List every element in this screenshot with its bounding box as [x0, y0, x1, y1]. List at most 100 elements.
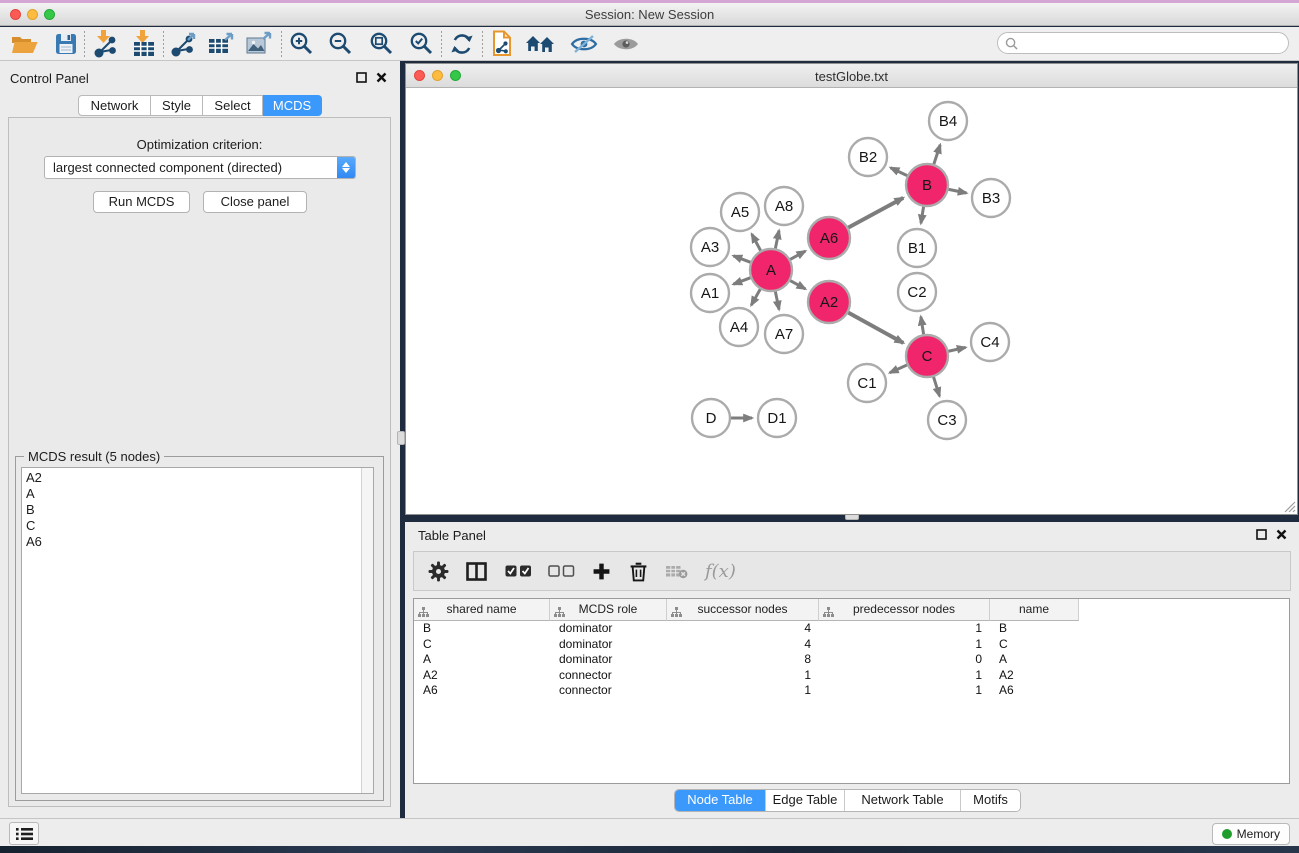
- node-A5[interactable]: A5: [721, 193, 759, 231]
- run-mcds-button[interactable]: Run MCDS: [93, 191, 190, 213]
- close-window-button[interactable]: [10, 9, 21, 20]
- open-session-icon[interactable]: [11, 30, 38, 58]
- table-row[interactable]: A6connector11A6: [414, 683, 1289, 699]
- refresh-layout-icon[interactable]: [449, 30, 475, 58]
- node-C4[interactable]: C4: [971, 323, 1009, 361]
- tab-motifs[interactable]: Motifs: [960, 790, 1020, 811]
- save-session-icon[interactable]: [55, 30, 77, 58]
- import-table-icon[interactable]: [132, 30, 156, 58]
- column-header-successor-nodes[interactable]: successor nodes: [667, 599, 819, 621]
- column-header-MCDS-role[interactable]: MCDS role: [550, 599, 667, 621]
- mcds-result-item[interactable]: A2: [26, 470, 373, 486]
- tab-network[interactable]: Network: [78, 95, 151, 116]
- export-network-icon[interactable]: [171, 30, 199, 58]
- node-A4[interactable]: A4: [720, 308, 758, 346]
- close-panel-button[interactable]: Close panel: [203, 191, 307, 213]
- home-networks-icon[interactable]: [525, 30, 555, 58]
- node-A3[interactable]: A3: [691, 228, 729, 266]
- memory-button[interactable]: Memory: [1212, 823, 1290, 845]
- delete-table-icon[interactable]: [665, 564, 688, 579]
- show-hidden-eye-icon[interactable]: [612, 30, 640, 58]
- float-panel-icon[interactable]: [1256, 529, 1267, 540]
- mcds-result-item[interactable]: B: [26, 502, 373, 518]
- float-panel-icon[interactable]: [356, 72, 367, 83]
- network-graph-canvas[interactable]: A A1 A2 A3 A4 A5 A6 A7 A8 B B1 B2 B3 B4 C C1 C2 C3 C4 D D1: [406, 88, 1297, 514]
- minimize-network-button[interactable]: [432, 70, 443, 81]
- node-table[interactable]: shared nameMCDS rolesuccessor nodesprede…: [413, 598, 1290, 784]
- mcds-result-item[interactable]: A6: [26, 534, 373, 550]
- edge-C-C1[interactable]: [890, 364, 910, 373]
- node-C[interactable]: C: [906, 335, 948, 377]
- edge-A-A4[interactable]: [751, 287, 761, 306]
- node-A[interactable]: A: [750, 249, 792, 291]
- zoom-selected-icon[interactable]: [409, 30, 434, 58]
- tab-mcds[interactable]: MCDS: [263, 95, 322, 116]
- node-A6[interactable]: A6: [808, 217, 850, 259]
- node-A2[interactable]: A2: [808, 281, 850, 323]
- delete-column-trash-icon[interactable]: [629, 561, 648, 582]
- edge-A2-C[interactable]: [846, 311, 904, 343]
- edge-A-A5[interactable]: [752, 234, 762, 253]
- table-row[interactable]: Cdominator41C: [414, 637, 1289, 653]
- node-D[interactable]: D: [692, 399, 730, 437]
- node-A7[interactable]: A7: [765, 315, 803, 353]
- hide-selected-eye-icon[interactable]: [570, 30, 598, 58]
- tab-style[interactable]: Style: [151, 95, 203, 116]
- node-B1[interactable]: B1: [898, 229, 936, 267]
- vertical-splitter-handle[interactable]: [397, 431, 405, 445]
- zoom-fit-icon[interactable]: [369, 30, 394, 58]
- clone-network-icon[interactable]: [490, 30, 514, 58]
- zoom-network-button[interactable]: [450, 70, 461, 81]
- zoom-window-button[interactable]: [44, 9, 55, 20]
- table-cell: 4: [667, 621, 819, 637]
- export-image-icon[interactable]: [246, 30, 274, 58]
- node-C1[interactable]: C1: [848, 364, 886, 402]
- table-cell: A6: [414, 683, 550, 699]
- close-network-button[interactable]: [414, 70, 425, 81]
- close-panel-icon[interactable]: [1276, 529, 1287, 540]
- node-A8[interactable]: A8: [765, 187, 803, 225]
- add-column-icon[interactable]: [592, 562, 611, 581]
- table-row[interactable]: Bdominator41B: [414, 621, 1289, 637]
- column-header-predecessor-nodes[interactable]: predecessor nodes: [819, 599, 990, 621]
- tab-edge-table[interactable]: Edge Table: [765, 790, 844, 811]
- tab-node-table[interactable]: Node Table: [675, 790, 765, 811]
- node-B2[interactable]: B2: [849, 138, 887, 176]
- column-header-name[interactable]: name: [990, 599, 1079, 621]
- close-panel-icon[interactable]: [376, 72, 387, 83]
- table-cell: dominator: [550, 621, 667, 637]
- mcds-result-item[interactable]: A: [26, 486, 373, 502]
- export-table-icon[interactable]: [208, 30, 236, 58]
- node-D1[interactable]: D1: [758, 399, 796, 437]
- edge-A6-B[interactable]: [846, 198, 904, 229]
- node-B[interactable]: B: [906, 164, 948, 206]
- node-C3[interactable]: C3: [928, 401, 966, 439]
- zoom-in-icon[interactable]: [289, 30, 314, 58]
- minimize-window-button[interactable]: [27, 9, 38, 20]
- window-resize-grip[interactable]: [1283, 500, 1296, 513]
- search-input[interactable]: [997, 32, 1289, 54]
- deselect-all-checkboxes-icon[interactable]: [548, 565, 575, 577]
- node-B4[interactable]: B4: [929, 102, 967, 140]
- tab-select[interactable]: Select: [203, 95, 263, 116]
- node-B3[interactable]: B3: [972, 179, 1010, 217]
- node-A1[interactable]: A1: [691, 274, 729, 312]
- edge-C-C3[interactable]: [933, 374, 940, 396]
- tab-network-table[interactable]: Network Table: [844, 790, 960, 811]
- column-header-shared-name[interactable]: shared name: [414, 599, 550, 621]
- import-network-icon[interactable]: [92, 30, 118, 58]
- table-row[interactable]: A2connector11A2: [414, 668, 1289, 684]
- settings-gear-icon[interactable]: [428, 561, 449, 582]
- node-C2[interactable]: C2: [898, 273, 936, 311]
- edge-B-B4[interactable]: [933, 145, 940, 167]
- criterion-dropdown[interactable]: largest connected component (directed): [44, 156, 356, 179]
- task-history-button[interactable]: [9, 822, 39, 845]
- zoom-out-icon[interactable]: [328, 30, 353, 58]
- apply-function-icon[interactable]: f(x): [705, 561, 736, 582]
- table-row[interactable]: Adominator80A: [414, 652, 1289, 668]
- split-columns-icon[interactable]: [466, 562, 487, 581]
- svg-text:A3: A3: [701, 239, 719, 256]
- result-scrollbar[interactable]: [361, 468, 373, 793]
- select-all-checkboxes-icon[interactable]: [505, 565, 532, 577]
- mcds-result-item[interactable]: C: [26, 518, 373, 534]
